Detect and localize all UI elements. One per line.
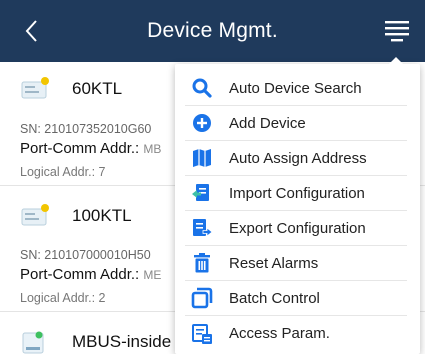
trash-icon [194,253,210,273]
device-port-comm: Port-Comm Addr.: MB [20,140,161,157]
inverter-device-icon [21,77,49,99]
export-icon [193,219,213,237]
page-title: Device Mgmt. [147,19,278,42]
menu-item-label: Import Configuration [229,184,365,202]
port-comm-value: MB [143,142,162,156]
map-icon [193,149,211,167]
device-logical-addr: Logical Addr.: 2 [20,291,106,305]
device-name: MBUS-inside [72,332,172,351]
port-comm-label: Port-Comm Addr.: [20,140,140,157]
menu-item-add-device[interactable]: Add Device [185,106,407,141]
add-circle-icon [193,114,211,132]
app-header: Device Mgmt. [0,0,425,62]
search-icon [192,78,212,98]
device-name: 60KTL [72,79,123,98]
menu-item-label: Reset Alarms [229,254,319,272]
port-comm-label: Port-Comm Addr.: [20,266,140,283]
batch-control-icon [191,287,213,309]
menu-item-reset-alarms[interactable]: Reset Alarms [185,246,407,281]
actions-dropdown-menu: Auto Device Search Add Device Auto Assig… [175,57,420,354]
import-icon [192,184,209,201]
menu-item-auto-assign-address[interactable]: Auto Assign Address [185,141,407,176]
menu-item-label: Auto Device Search [229,79,362,97]
menu-item-label: Auto Assign Address [229,149,367,167]
device-logical-addr: Logical Addr.: 7 [20,165,106,179]
menu-item-auto-device-search[interactable]: Auto Device Search [185,71,407,106]
chevron-left-icon[interactable] [20,14,44,48]
menu-item-export-configuration[interactable]: Export Configuration [185,211,407,246]
inverter-device-icon [21,204,49,226]
menu-item-label: Export Configuration [229,219,366,237]
menu-item-import-configuration[interactable]: Import Configuration [185,176,407,211]
access-param-icon [192,323,212,344]
mbus-device-icon [22,331,44,354]
menu-item-batch-control[interactable]: Batch Control [185,281,407,316]
device-sn: SN: 210107000010H50 [20,248,151,262]
hamburger-menu-icon[interactable] [383,19,411,45]
menu-item-label: Access Param. [229,325,330,342]
device-name: 100KTL [72,206,132,225]
menu-item-label: Add Device [229,114,306,132]
device-sn: SN: 210107352010G60 [20,122,152,136]
port-comm-value: ME [143,268,162,282]
device-port-comm: Port-Comm Addr.: ME [20,266,161,283]
menu-item-label: Batch Control [229,289,320,307]
menu-item-access-param[interactable]: Access Param. [185,316,407,351]
